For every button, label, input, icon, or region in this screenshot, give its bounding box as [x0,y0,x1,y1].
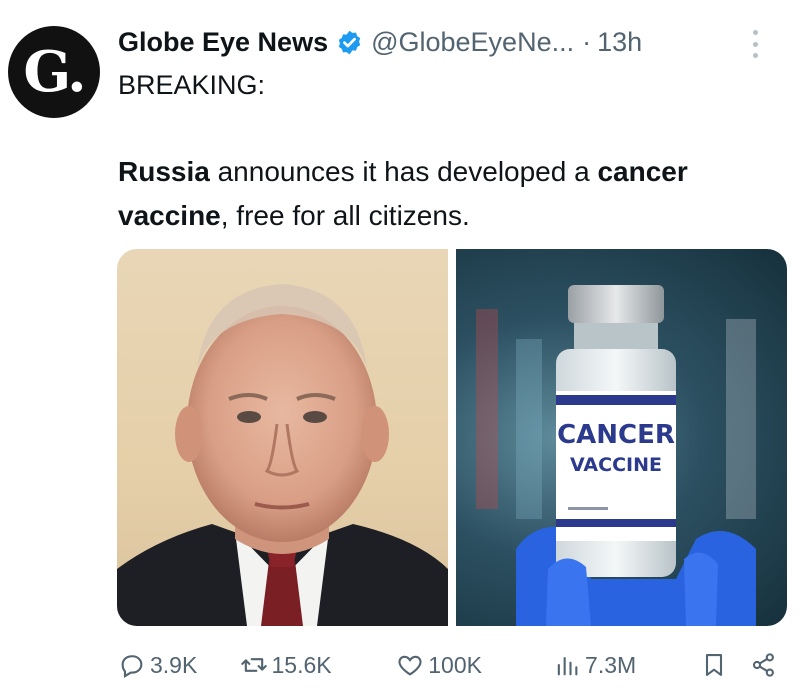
views-count: 7.3M [585,651,637,678]
like-button[interactable]: 100K [396,651,553,679]
post-media[interactable]: CANCER VACCINE [117,249,787,626]
post-timestamp[interactable]: 13h [597,27,642,58]
share-icon[interactable] [750,651,778,679]
avatar[interactable]: G. [8,26,100,118]
vial-label-vaccine: VACCINE [570,454,662,476]
repost-count: 15.6K [271,651,332,678]
heart-icon [398,655,422,676]
repost-button[interactable]: 15.6K [240,651,397,679]
reply-button[interactable]: 3.9K [118,651,240,679]
post-heading: BREAKING: [118,70,266,100]
like-count: 100K [428,651,482,678]
globe-eye-logo: G. [23,39,86,105]
post-header: Globe Eye News @GlobeEyeNe... · 13h [118,22,780,62]
views-button[interactable]: 7.3M [553,651,700,679]
portrait-illustration [117,284,448,626]
vial-label-cancer: CANCER [557,420,675,450]
separator-dot: · [582,26,592,57]
post-text-part: Russia [118,156,210,187]
reply-icon [121,655,143,678]
more-options-icon[interactable] [750,30,760,58]
verified-badge-icon [338,30,361,54]
post-actions-right [700,651,778,679]
vaccine-vial-illustration: CANCER VACCINE [476,285,756,626]
repost-icon [240,658,267,672]
account-name[interactable]: Globe Eye News [118,27,328,58]
portrait-photo[interactable] [117,249,448,626]
account-handle[interactable]: @GlobeEyeNe... [371,27,574,58]
post-text-part: announces it has developed a [209,156,598,187]
post-actions: 3.9K 15.6K 100K 7.3M [118,648,778,682]
bookmark-icon[interactable] [700,651,728,679]
views-chart-icon [557,656,578,676]
reply-count: 3.9K [150,651,198,678]
post-text: Russia announces it has developed a canc… [118,150,788,238]
post-text-part: , free for all citizens. [220,200,470,231]
vaccine-photo[interactable]: CANCER VACCINE [456,249,787,626]
